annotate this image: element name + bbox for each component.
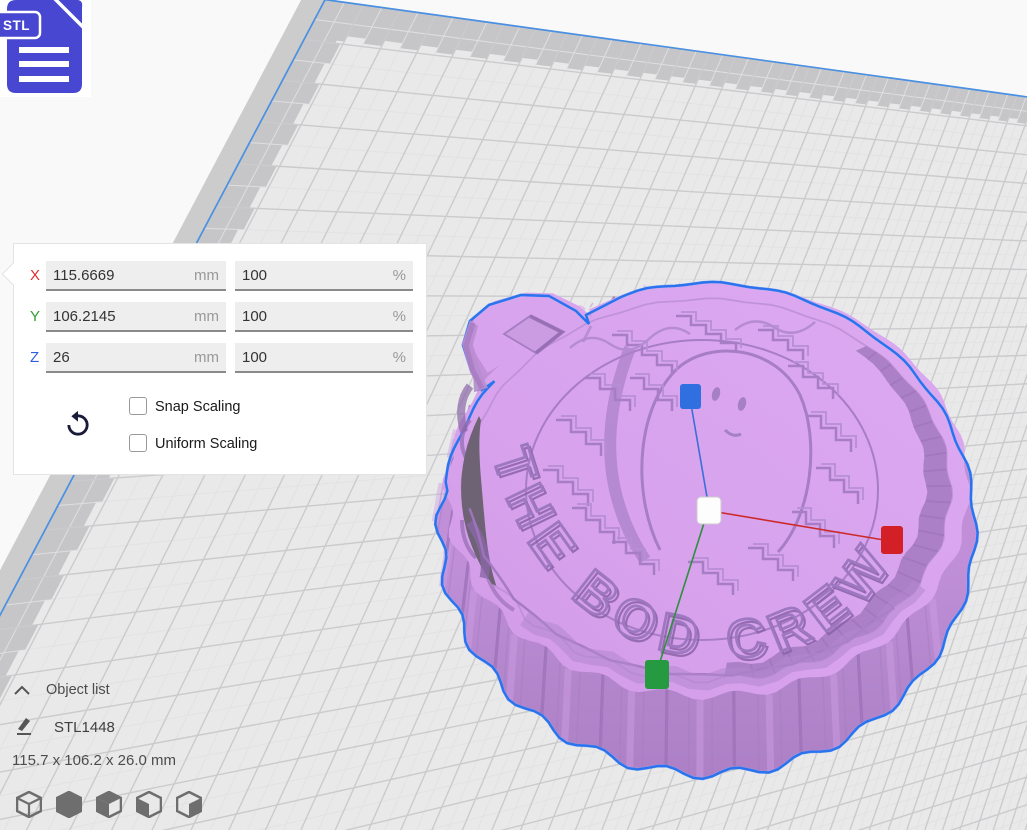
svg-text:STL: STL [3, 18, 30, 33]
